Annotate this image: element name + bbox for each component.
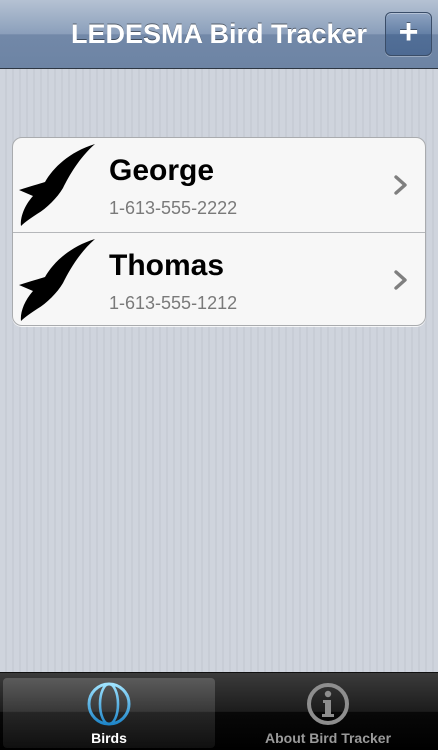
info-icon: [307, 683, 349, 725]
list-item[interactable]: George 1-613-555-2222: [13, 138, 425, 232]
tab-birds[interactable]: Birds: [3, 678, 215, 748]
navigation-bar: LEDESMA Bird Tracker +: [0, 0, 438, 69]
bird-name: Thomas: [109, 249, 225, 282]
globe-icon: [87, 682, 131, 726]
nav-title: LEDESMA Bird Tracker: [70, 19, 368, 49]
tab-label: About Bird Tracker: [264, 730, 392, 746]
bird-name: George: [109, 154, 215, 187]
tab-bar: Birds About Bird Tracker: [0, 672, 438, 750]
birds-table: George 1-613-555-2222 Thomas 1-613-555-1…: [12, 137, 426, 326]
tab-about-bird-tracker[interactable]: About Bird Tracker: [222, 678, 434, 748]
bird-silhouette-icon: [19, 239, 95, 321]
chevron-right-icon: [394, 175, 407, 195]
plus-icon: +: [398, 13, 419, 51]
tab-label: Birds: [91, 730, 127, 746]
chevron-right-icon: [394, 270, 407, 290]
bird-phone: 1-613-555-1212: [109, 293, 238, 313]
list-item[interactable]: Thomas 1-613-555-1212: [13, 233, 425, 325]
bird-silhouette-icon: [19, 144, 95, 226]
add-bird-button[interactable]: +: [385, 12, 432, 56]
bird-phone: 1-613-555-2222: [109, 198, 238, 218]
